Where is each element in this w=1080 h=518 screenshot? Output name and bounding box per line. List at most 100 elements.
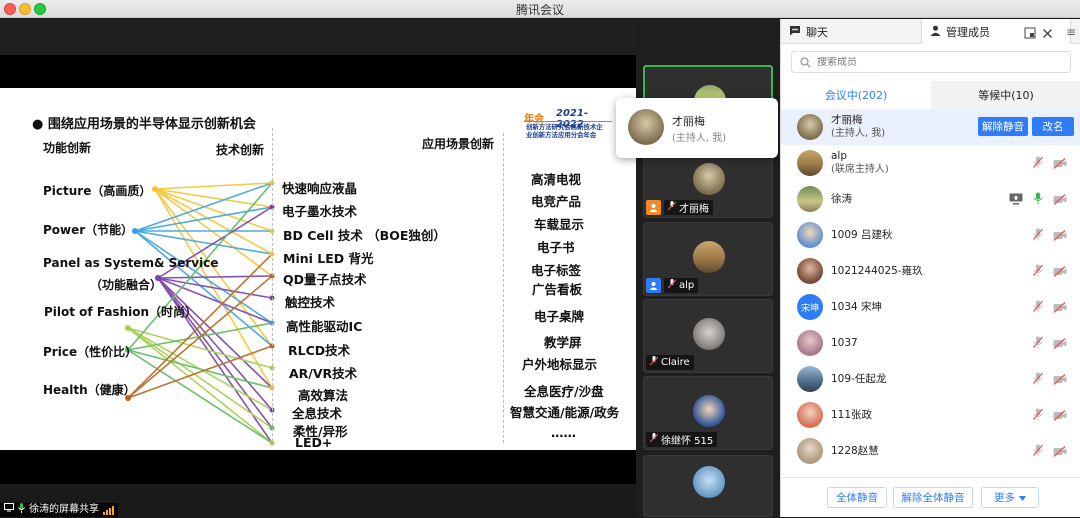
member-panel-footer: 全体静音 解除全体静音 更多: [781, 477, 1080, 517]
technology-item: AR/VR技术: [289, 366, 358, 381]
application-item: ……: [551, 425, 576, 440]
host-icon: [646, 200, 661, 215]
participant-hover-card: 才丽梅 (主持人, 我): [616, 98, 778, 158]
camera-off-icon[interactable]: [1053, 154, 1067, 173]
avatar: [797, 438, 823, 464]
window-title: 腾讯会议: [515, 3, 564, 17]
video-tile[interactable]: 徐继怀 515: [643, 376, 773, 450]
function-item: Panel as System& Service: [43, 256, 219, 270]
mic-muted-icon: [667, 201, 677, 214]
camera-off-icon[interactable]: [1053, 370, 1067, 389]
member-search[interactable]: [791, 51, 1071, 73]
application-item: 全息医疗/沙盘: [524, 384, 604, 399]
search-input[interactable]: [817, 56, 1057, 68]
application-item: 智慧交通/能源/政务: [510, 405, 620, 420]
mute-all-button[interactable]: 全体静音: [827, 487, 887, 508]
member-row[interactable]: 109-任起龙: [781, 361, 1080, 397]
menu-icon[interactable]: ≡: [1061, 19, 1080, 44]
member-row[interactable]: 徐涛: [781, 181, 1080, 217]
member-name: alp: [831, 150, 848, 162]
signal-strength-icon: [103, 505, 114, 515]
member-row[interactable]: 才丽梅 (主持人, 我) 解除静音 改名: [781, 109, 1080, 145]
camera-off-icon[interactable]: [1053, 406, 1067, 425]
mic-muted-icon[interactable]: [1033, 262, 1043, 281]
member-role: (联席主持人): [831, 164, 889, 175]
mic-on-icon[interactable]: [1033, 190, 1043, 209]
video-tile-name: 才丽梅: [679, 204, 709, 215]
member-row[interactable]: 宋坤 1034 宋坤: [781, 289, 1080, 325]
member-row[interactable]: alp (联席主持人): [781, 145, 1080, 181]
application-item: 电竞产品: [531, 194, 582, 209]
technology-item: QD量子点技术: [283, 272, 367, 287]
video-tile[interactable]: [643, 455, 773, 517]
member-row[interactable]: 1021244025-雍玖: [781, 253, 1080, 289]
mic-muted-icon: [667, 279, 677, 292]
hover-card-role: (主持人, 我): [672, 133, 727, 144]
mic-muted-icon[interactable]: [1033, 334, 1043, 353]
member-name: 才丽梅: [831, 114, 863, 126]
avatar: [693, 466, 725, 498]
member-name: 111张政: [831, 408, 873, 421]
camera-off-icon[interactable]: [1053, 190, 1067, 209]
video-tile[interactable]: alp: [643, 222, 773, 296]
mic-muted-icon[interactable]: [1033, 370, 1043, 389]
popout-icon[interactable]: [1024, 24, 1036, 43]
share-owner-label: 徐涛的屏幕共享: [29, 504, 99, 515]
technology-item: 全息技术: [292, 406, 343, 421]
camera-off-icon[interactable]: [1053, 298, 1067, 317]
mic-muted-icon[interactable]: [1033, 406, 1043, 425]
technology-item: RLCD技术: [288, 343, 351, 358]
application-item: 电子标签: [531, 263, 582, 278]
member-name: 1009 吕建秋: [831, 228, 893, 241]
camera-off-icon[interactable]: [1053, 334, 1067, 353]
close-icon[interactable]: [1042, 24, 1053, 43]
mic-on-icon: [18, 502, 25, 518]
avatar: [693, 241, 725, 273]
unmute-all-button[interactable]: 解除全体静音: [893, 487, 973, 508]
conference-logo: 年会 2021-2022 创新方法研究会高新技术企 业创新方法应用分会年会: [522, 108, 614, 154]
application-item: 电子书: [537, 240, 575, 255]
avatar: [797, 330, 823, 356]
member-name: 1021244025-雍玖: [831, 264, 923, 277]
avatar: 宋坤: [797, 294, 823, 320]
hover-card-name: 才丽梅: [672, 115, 705, 128]
presentation-slide: ● 围绕应用场景的半导体显示创新机会 功能创新 技术创新 应用场景创新 年会 2…: [0, 88, 636, 450]
camera-off-icon[interactable]: [1053, 442, 1067, 461]
member-row[interactable]: 1037: [781, 325, 1080, 361]
video-tile-name: Claire: [661, 357, 690, 368]
application-item: 户外地标显示: [522, 357, 598, 372]
member-row[interactable]: 1228赵慧: [781, 433, 1080, 469]
video-tile[interactable]: Claire: [643, 299, 773, 373]
col-header-technology: 技术创新: [216, 143, 265, 157]
camera-off-icon[interactable]: [1053, 226, 1067, 245]
rename-button[interactable]: 改名: [1032, 117, 1074, 136]
more-button[interactable]: 更多: [981, 487, 1039, 508]
tab-in-meeting[interactable]: 会议中(202): [781, 81, 931, 109]
avatar: [693, 318, 725, 350]
application-item: 车载显示: [534, 217, 585, 232]
camera-off-icon[interactable]: [1053, 262, 1067, 281]
mic-muted-icon[interactable]: [1033, 226, 1043, 245]
function-item: Health（健康）: [43, 383, 136, 397]
avatar: [693, 163, 725, 195]
application-item: 高清电视: [531, 172, 582, 187]
mic-muted-icon: [649, 356, 659, 369]
member-name: 徐涛: [831, 192, 852, 205]
mic-muted-icon[interactable]: [1033, 298, 1043, 317]
mic-muted-icon[interactable]: [1033, 154, 1043, 173]
member-row[interactable]: 111张政: [781, 397, 1080, 433]
tab-waiting-room[interactable]: 等候中(10): [931, 81, 1080, 109]
video-gallery[interactable]: 才丽梅 alp Claire 徐继怀 515: [636, 19, 780, 517]
avatar: [797, 150, 823, 176]
member-row[interactable]: 1009 吕建秋: [781, 217, 1080, 253]
member-name: 109-任起龙: [831, 372, 887, 385]
technology-item: LED+: [295, 435, 333, 450]
technology-item: 快速响应液晶: [282, 181, 358, 196]
unmute-button[interactable]: 解除静音: [978, 117, 1028, 136]
avatar: [628, 109, 664, 145]
application-item: 教学屏: [544, 335, 582, 350]
tab-chat[interactable]: 聊天: [781, 19, 921, 44]
mic-muted-icon: [649, 433, 659, 446]
avatar: [797, 114, 823, 140]
mic-muted-icon[interactable]: [1033, 442, 1043, 461]
